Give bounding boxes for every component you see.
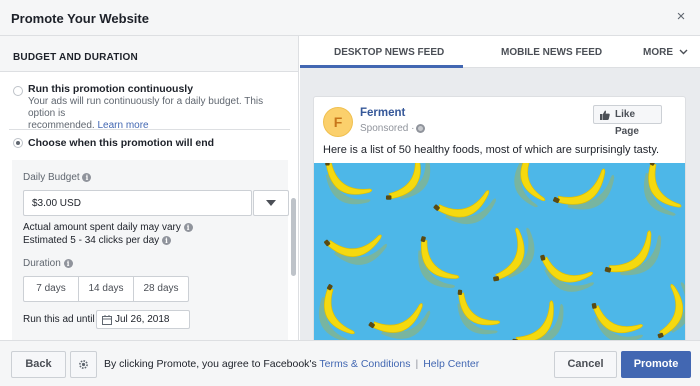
info-icon[interactable]: i [161,235,171,245]
footer-separator: | [415,358,419,370]
end-date-picker[interactable]: Jul 26, 2018 [96,310,190,329]
tab-mobile-news-feed[interactable]: MOBILE NEWS FEED [501,47,602,58]
close-icon[interactable]: × [672,8,690,26]
promote-button[interactable]: Promote [621,351,691,378]
end-date-option-title[interactable]: Choose when this promotion will end [28,137,214,149]
budget-section-header: BUDGET AND DURATION [0,36,298,72]
actual-spent-note: Actual amount spent daily may vary i [23,222,193,233]
estimate-note: Estimated 5 - 34 clicks per day i [23,235,171,246]
dialog-title-bar: Promote Your Website × [0,0,700,36]
gear-icon [79,360,88,369]
end-date-value: Jul 26, 2018 [115,314,170,325]
duration-label: Duration i [23,258,73,269]
like-page-label: Like Page [615,109,639,137]
dialog-footer: Back By clicking Promote, you agree to F… [0,340,700,386]
daily-budget-label: Daily Budget i [23,172,92,183]
post-text: Here is a list of 50 healthy foods, most… [323,144,660,156]
scrollbar-thumb[interactable] [291,198,296,276]
tab-more-label: MORE [643,47,673,58]
run-until-label: Run this ad until [23,314,95,325]
estimate-note-text: Estimated 5 - 34 clicks per day [23,235,160,246]
info-icon[interactable]: i [82,172,92,182]
preview-tabs: DESKTOP NEWS FEED MOBILE NEWS FEED MORE [300,36,700,68]
ad-preview-card: F Ferment Sponsored · Like Page Here is … [313,96,686,340]
budget-panel: BUDGET AND DURATION Run this promotion c… [0,36,299,340]
continuous-option-description: Your ads will run continuously for a dai… [28,96,290,132]
help-center-link[interactable]: Help Center [423,358,479,370]
calendar-icon [102,315,112,325]
cancel-button[interactable]: Cancel [554,351,617,378]
settings-button[interactable] [70,351,97,378]
legal-prefix: By clicking Promote, you agree to Facebo… [104,358,320,370]
thumbs-up-icon [600,110,610,120]
tab-more[interactable]: MORE [643,47,688,58]
preview-panel: DESKTOP NEWS FEED MOBILE NEWS FEED MORE … [300,36,700,340]
info-icon[interactable]: i [63,258,73,268]
actual-spent-note-text: Actual amount spent daily may vary [23,222,181,233]
globe-icon [416,123,426,133]
duration-7-days-button[interactable]: 7 days [24,277,79,301]
bananas-illustration [314,163,685,340]
daily-budget-value: $3.00 USD [32,198,81,209]
continuous-option-title[interactable]: Run this promotion continuously [28,83,193,95]
budget-settings-box: Daily Budget i $3.00 USD Actual amount s… [12,160,289,340]
duration-28-days-button[interactable]: 28 days [134,277,188,301]
continuous-description-line1: Your ads will run continuously for a dai… [28,96,264,119]
dialog-title: Promote Your Website [11,11,149,26]
sponsored-label-text: Sponsored · [360,123,415,134]
like-page-button[interactable]: Like Page [593,105,662,137]
continuous-radio[interactable] [13,86,23,96]
option-divider [9,129,290,130]
active-tab-indicator [300,65,463,68]
page-avatar[interactable]: F [323,107,353,137]
daily-budget-label-text: Daily Budget [23,172,80,183]
daily-budget-input[interactable]: $3.00 USD [23,190,252,216]
page-name-link[interactable]: Ferment [360,107,405,119]
end-date-radio[interactable] [13,138,23,148]
ad-image-bananas[interactable] [314,163,685,340]
currency-dropdown[interactable] [253,190,289,216]
terms-link[interactable]: Terms & Conditions [319,358,410,370]
tab-desktop-news-feed[interactable]: DESKTOP NEWS FEED [334,47,444,58]
duration-button-group: 7 days 14 days 28 days [23,276,189,302]
sponsored-label: Sponsored · [360,123,426,134]
budget-section-title: BUDGET AND DURATION [13,52,138,63]
chevron-down-icon [266,200,276,206]
info-icon[interactable]: i [183,222,193,232]
duration-label-text: Duration [23,258,61,269]
back-button[interactable]: Back [11,351,66,378]
legal-text: By clicking Promote, you agree to Facebo… [104,358,479,370]
duration-14-days-button[interactable]: 14 days [79,277,134,301]
chevron-down-icon [679,49,688,55]
